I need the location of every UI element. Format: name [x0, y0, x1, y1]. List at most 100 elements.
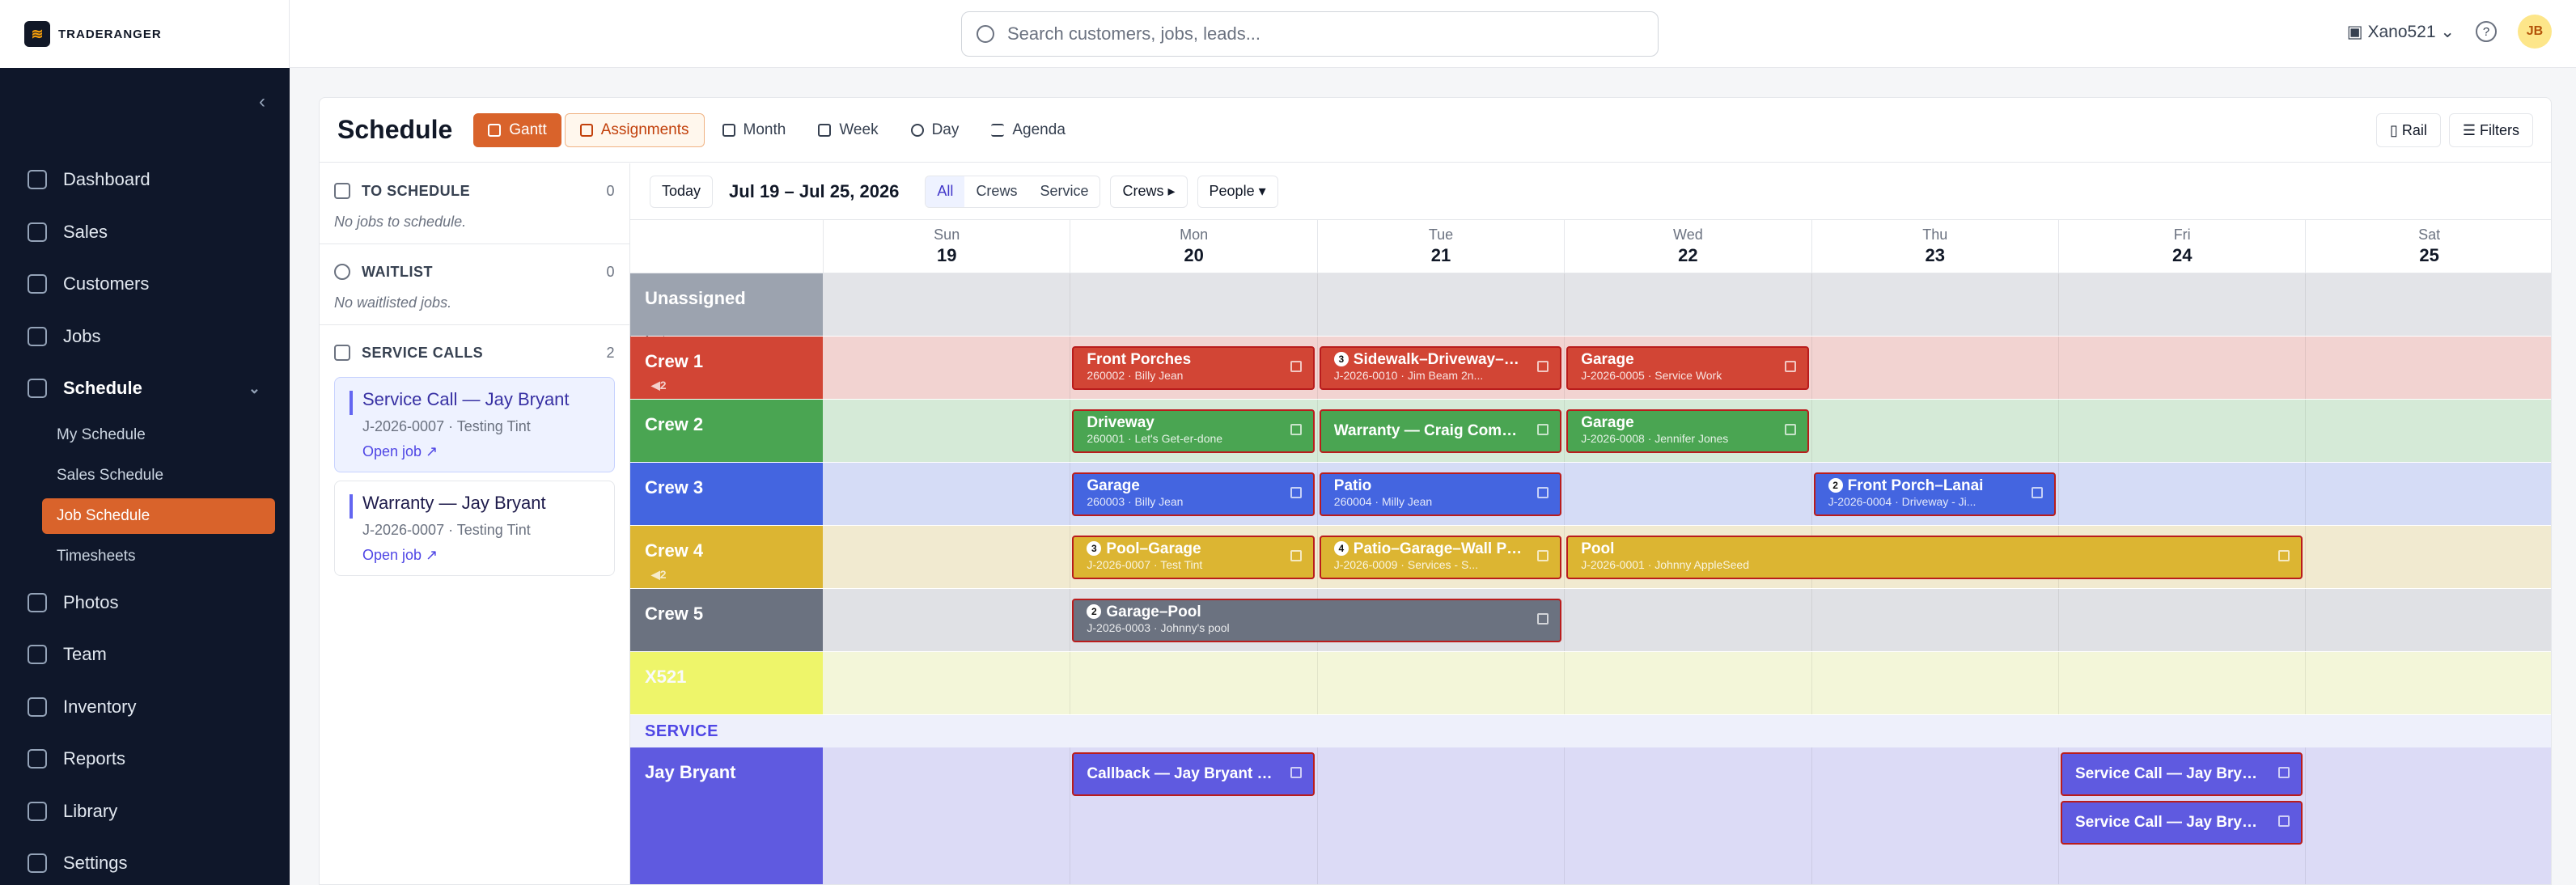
- clock-icon: [334, 264, 350, 280]
- sidebar-subitem[interactable]: My Schedule: [0, 415, 290, 455]
- help-icon[interactable]: ?: [2476, 21, 2497, 42]
- row-timeline[interactable]: [823, 652, 2551, 714]
- row-label[interactable]: X521: [630, 652, 823, 714]
- row-label[interactable]: Unassigned: [630, 273, 823, 336]
- row-label[interactable]: Crew 2: [630, 400, 823, 462]
- layers-icon: [334, 183, 350, 199]
- account-name: Xano521: [2367, 22, 2436, 41]
- sidebar-item-inventory[interactable]: Inventory: [0, 681, 290, 734]
- overflow-indicator[interactable]: ◀2: [651, 379, 667, 392]
- job-bar[interactable]: Pool J-2026-0001 · Johnny AppleSeed: [1566, 536, 2303, 579]
- external-link-icon[interactable]: [1290, 361, 1302, 372]
- search-input[interactable]: Search customers, jobs, leads...: [961, 11, 1659, 57]
- external-link-icon[interactable]: [2031, 487, 2043, 498]
- view-assignments-button[interactable]: Assignments: [564, 112, 705, 147]
- job-bar[interactable]: Callback — Jay Bryant —...: [1072, 752, 1315, 796]
- job-bar[interactable]: Front Porches 260002 · Billy Jean: [1072, 346, 1315, 390]
- sidebar-item-dashboard[interactable]: Dashboard: [0, 154, 290, 206]
- sidebar-item-customers[interactable]: Customers: [0, 258, 290, 311]
- sidebar-item-jobs[interactable]: Jobs: [0, 311, 290, 363]
- sidebar-item-reports[interactable]: Reports: [0, 733, 290, 785]
- external-link-icon[interactable]: [1290, 550, 1302, 561]
- sidebar-item-sales[interactable]: Sales: [0, 206, 290, 259]
- job-bar[interactable]: Driveway 260001 · Let's Get-er-done: [1072, 409, 1315, 453]
- row-label[interactable]: Crew 5: [630, 589, 823, 651]
- job-bar[interactable]: Garage 260003 · Billy Jean: [1072, 472, 1315, 516]
- filters-button[interactable]: ☰ Filters: [2448, 113, 2533, 147]
- filter-crews[interactable]: Crews: [964, 176, 1028, 207]
- sidebar-subitem[interactable]: Timesheets: [0, 536, 290, 577]
- row-label[interactable]: Crew 4 ◀2: [630, 526, 823, 588]
- external-link-icon[interactable]: [1784, 424, 1796, 435]
- external-link-icon[interactable]: [2278, 815, 2290, 827]
- view-week-button[interactable]: Week: [803, 113, 892, 147]
- filter-service[interactable]: Service: [1028, 176, 1099, 207]
- external-link-icon[interactable]: [2278, 550, 2290, 561]
- job-bar[interactable]: Garage J-2026-0008 · Jennifer Jones: [1566, 409, 1809, 453]
- job-bar[interactable]: Service Call — Jay Bryan...: [2061, 752, 2303, 796]
- day-name: Wed: [1673, 227, 1703, 243]
- crews-dropdown[interactable]: Crews ▸: [1110, 175, 1188, 208]
- view-gantt-button[interactable]: Gantt: [473, 112, 561, 147]
- sidebar-subitem[interactable]: Sales Schedule: [0, 455, 290, 496]
- job-bar[interactable]: Service Call — Jay Bryan...: [2061, 801, 2303, 845]
- open-job-link[interactable]: Open job ↗: [362, 547, 600, 564]
- briefcase-icon: [28, 326, 47, 346]
- external-link-icon[interactable]: [2278, 767, 2290, 778]
- row-label[interactable]: Crew 1 ◀2: [630, 337, 823, 399]
- filter-all[interactable]: All: [926, 176, 965, 207]
- waitlist-section[interactable]: WAITLIST 0: [320, 256, 629, 288]
- collapse-sidebar-icon[interactable]: ‹: [259, 91, 265, 113]
- external-link-icon[interactable]: [1537, 487, 1549, 498]
- job-bar[interactable]: 3 Pool–Garage J-2026-0007 · Test Tint: [1072, 536, 1315, 579]
- external-link-icon[interactable]: [1537, 424, 1549, 435]
- view-label: Gantt: [509, 121, 547, 138]
- job-bar[interactable]: 4 Patio–Garage–Wall Pai... J-2026-0009 · S…: [1319, 536, 1562, 579]
- view-month-button[interactable]: Month: [708, 113, 801, 147]
- overflow-indicator[interactable]: ◀2: [651, 568, 667, 582]
- book-icon: [28, 801, 47, 821]
- external-link-icon[interactable]: [1290, 424, 1302, 435]
- external-link-icon[interactable]: [1537, 550, 1549, 561]
- rail-button[interactable]: ▯ Rail: [2375, 113, 2441, 147]
- job-count-badge: 3: [1087, 541, 1102, 556]
- row-label[interactable]: Jay Bryant: [630, 747, 823, 884]
- sidebar-item-settings[interactable]: Settings: [0, 837, 290, 885]
- open-job-link[interactable]: Open job ↗: [362, 443, 600, 460]
- job-bar[interactable]: Patio 260004 · Milly Jean: [1319, 472, 1562, 516]
- people-dropdown[interactable]: People ▾: [1197, 175, 1278, 208]
- logo[interactable]: ≋ TRADERANGER: [0, 0, 290, 68]
- today-button[interactable]: Today: [650, 175, 714, 208]
- sidebar-item-library[interactable]: Library: [0, 785, 290, 838]
- job-title-text: Front Porches: [1087, 351, 1192, 368]
- view-agenda-button[interactable]: Agenda: [977, 113, 1080, 147]
- day-divider: [1316, 337, 1318, 399]
- external-link-icon[interactable]: [1290, 487, 1302, 498]
- job-bar[interactable]: 2 Front Porch–Lanai J-2026-0004 · Driveway…: [1813, 472, 2056, 516]
- job-title-text: Front Porch–Lanai: [1847, 477, 1984, 494]
- sidebar-item-schedule[interactable]: Schedule ⌄: [0, 362, 290, 415]
- account-switcher[interactable]: ▣ Xano521 ⌄: [2347, 22, 2455, 42]
- row-timeline[interactable]: [823, 273, 2551, 336]
- to-schedule-section[interactable]: TO SCHEDULE 0: [320, 175, 629, 207]
- external-link-icon[interactable]: [1537, 361, 1549, 372]
- job-bar[interactable]: 3 Sidewalk–Driveway–Sc... J-2026-0010 · Ji…: [1319, 346, 1562, 390]
- service-call-card[interactable]: Service Call — Jay Bryant J-2026-0007 · …: [334, 377, 615, 472]
- view-day-button[interactable]: Day: [896, 113, 974, 147]
- job-bar[interactable]: 2 Garage–Pool J-2026-0003 · Johnny's pool: [1072, 599, 1562, 642]
- row-label-text: Unassigned: [645, 288, 746, 308]
- sidebar-subitem[interactable]: Job Schedule: [42, 498, 275, 534]
- service-call-card[interactable]: Warranty — Jay Bryant J-2026-0007 · Test…: [334, 481, 615, 576]
- top-bar: Search customers, jobs, leads... ▣ Xano5…: [290, 0, 2576, 68]
- job-bar[interactable]: Warranty — Craig Comea...: [1319, 409, 1562, 453]
- external-link-icon[interactable]: [1537, 613, 1549, 625]
- service-calls-section[interactable]: SERVICE CALLS 2: [320, 337, 629, 369]
- external-link-icon[interactable]: [1784, 361, 1796, 372]
- sidebar-item-photos[interactable]: Photos: [0, 577, 290, 629]
- external-link-icon[interactable]: [1290, 767, 1302, 778]
- unscheduled-panel: TO SCHEDULE 0 No jobs to schedule. WAITLI…: [320, 163, 630, 884]
- avatar[interactable]: JB: [2518, 15, 2552, 49]
- row-label[interactable]: Crew 3: [630, 463, 823, 525]
- sidebar-item-team[interactable]: Team: [0, 629, 290, 681]
- job-bar[interactable]: Garage J-2026-0005 · Service Work: [1566, 346, 1809, 390]
